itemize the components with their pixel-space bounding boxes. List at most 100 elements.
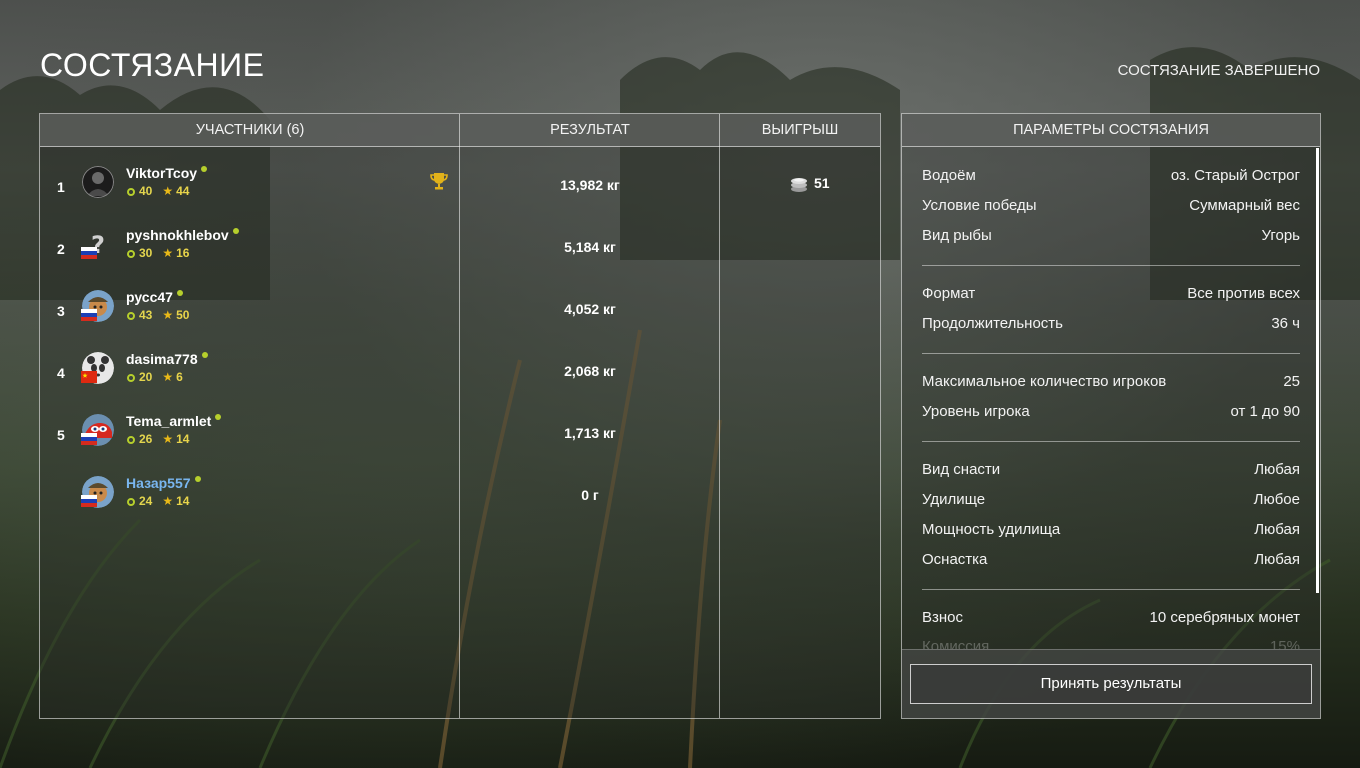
player-name[interactable]: Назар557 (126, 475, 201, 491)
player-stars: 50 (176, 308, 190, 322)
player-stars: 16 (176, 246, 190, 260)
china-flag-icon (81, 371, 97, 383)
result-weight: 1,713 кг (564, 425, 616, 441)
param-label: Уровень игрока (922, 403, 1030, 420)
competition-status: СОСТЯЗАНИЕ ЗАВЕРШЕНО (1117, 62, 1320, 79)
participants-panel: УЧАСТНИКИ (6) РЕЗУЛЬТАТ ВЫИГРЫШ 1 Viktor… (39, 113, 881, 719)
player-level: 43 (139, 308, 153, 322)
param-value: Любая (1254, 551, 1300, 568)
player-name[interactable]: Tema_armlet (126, 413, 222, 429)
result-weight: 2,068 кг (564, 363, 616, 379)
param-row: Максимальное количество игроков 25 (922, 373, 1300, 395)
level-icon (127, 250, 135, 258)
param-value: 15% (1269, 638, 1300, 649)
rank: 1 (57, 179, 65, 195)
param-label: Условие победы (922, 197, 1037, 214)
column-header-participants[interactable]: УЧАСТНИКИ (6) (40, 114, 460, 147)
online-indicator (194, 476, 201, 482)
russia-flag-icon (81, 433, 97, 445)
param-row: Оснастка Любая (922, 551, 1300, 573)
player-name[interactable]: dasima778 (126, 351, 208, 367)
prize-amount: 51 (790, 175, 830, 193)
rank: 4 (57, 365, 65, 381)
rank: 2 (57, 241, 65, 257)
param-label: Взнос (922, 609, 964, 626)
table-row[interactable]: Назар557 24 ★ 14 0 г (40, 471, 880, 533)
param-row: Условие победы Суммарный вес (922, 197, 1300, 219)
result-weight: 5,184 кг (564, 239, 616, 255)
parameters-footer: Принять результаты (902, 649, 1320, 718)
table-row[interactable]: 5 Tema_armlet 26 ★ 14 1,713 кг (40, 409, 880, 471)
player-stats: 40 ★ 44 (127, 184, 189, 198)
parameters-list[interactable]: Водоём оз. Старый Острог Условие победы Су… (902, 148, 1320, 649)
player-stars: 6 (176, 370, 183, 384)
player-name[interactable]: русс47 (126, 289, 183, 305)
param-value: Угорь (1261, 227, 1301, 244)
online-indicator (232, 228, 239, 234)
param-value: оз. Старый Острог (1170, 167, 1300, 184)
level-icon (127, 436, 135, 444)
param-label: Вид рыбы (922, 227, 992, 244)
param-row: Уровень игрока от 1 до 90 (922, 403, 1300, 425)
table-row[interactable]: 4 dasima778 20 ★ 6 2,068 кг (40, 347, 880, 409)
star-icon: ★ (162, 370, 174, 384)
param-label: Мощность удилища (922, 521, 1061, 538)
param-value: Суммарный вес (1189, 197, 1300, 214)
param-label: Водоём (922, 167, 976, 184)
result-weight: 13,982 кг (560, 177, 620, 193)
rank: 5 (57, 427, 65, 443)
page-title: СОСТЯЗАНИЕ (40, 47, 265, 83)
rank: 3 (57, 303, 65, 319)
param-value: Любая (1254, 461, 1300, 478)
divider (922, 353, 1300, 354)
divider (922, 265, 1300, 266)
param-value: Все против всех (1187, 285, 1300, 302)
param-row: Комиссия 15% (922, 638, 1300, 649)
param-value: 36 ч (1271, 315, 1300, 332)
table-row[interactable]: 2 ? pyshnokhlebov 30 ★ 16 5,184 кг (40, 223, 880, 285)
avatar[interactable] (82, 166, 114, 198)
column-header-prize[interactable]: ВЫИГРЫШ (720, 114, 880, 147)
player-stars: 44 (176, 184, 190, 198)
player-stats: 20 ★ 6 (127, 370, 183, 384)
column-header-result[interactable]: РЕЗУЛЬТАТ (460, 114, 720, 147)
player-level: 24 (139, 494, 153, 508)
player-stars: 14 (176, 494, 190, 508)
param-row: Мощность удилища Любая (922, 521, 1300, 543)
scrollbar[interactable] (1316, 148, 1319, 593)
accept-results-button[interactable]: Принять результаты (910, 664, 1312, 704)
silver-coins-icon (791, 178, 807, 193)
star-icon: ★ (162, 184, 174, 198)
player-stats: 26 ★ 14 (127, 432, 189, 446)
player-name[interactable]: ViktorTcoy (126, 165, 208, 181)
param-row: Вид рыбы Угорь (922, 227, 1300, 249)
param-value: от 1 до 90 (1230, 403, 1300, 420)
table-row[interactable]: 1 ViktorTcoy 40 ★ 44 13,982 кг 51 (40, 161, 880, 223)
param-row: Водоём оз. Старый Острог (922, 167, 1300, 189)
player-stats: 24 ★ 14 (127, 494, 189, 508)
player-name[interactable]: pyshnokhlebov (126, 227, 239, 243)
star-icon: ★ (162, 246, 174, 260)
trophy-icon (430, 173, 448, 190)
parameters-panel: ПАРАМЕТРЫ СОСТЯЗАНИЯ Водоём оз. Старый Ос… (901, 113, 1321, 719)
param-value: 10 серебряных монет (1149, 609, 1300, 626)
level-icon (127, 374, 135, 382)
param-label: Максимальное количество игроков (922, 373, 1167, 390)
player-stars: 14 (176, 432, 190, 446)
table-row[interactable]: 3 русс47 43 ★ 50 4,052 кг (40, 285, 880, 347)
star-icon: ★ (162, 308, 174, 322)
star-icon: ★ (162, 432, 174, 446)
online-indicator (215, 414, 222, 420)
online-indicator (176, 290, 183, 296)
level-icon (127, 188, 135, 196)
param-label: Формат (922, 285, 976, 302)
param-label: Оснастка (922, 551, 988, 568)
player-stats: 43 ★ 50 (127, 308, 189, 322)
param-row: Взнос 10 серебряных монет (922, 609, 1300, 631)
star-icon: ★ (162, 494, 174, 508)
russia-flag-icon (81, 309, 97, 321)
table-header: УЧАСТНИКИ (6) РЕЗУЛЬТАТ ВЫИГРЫШ (40, 114, 880, 147)
param-label: Вид снасти (922, 461, 1001, 478)
result-weight: 4,052 кг (564, 301, 616, 317)
result-weight: 0 г (581, 487, 599, 503)
